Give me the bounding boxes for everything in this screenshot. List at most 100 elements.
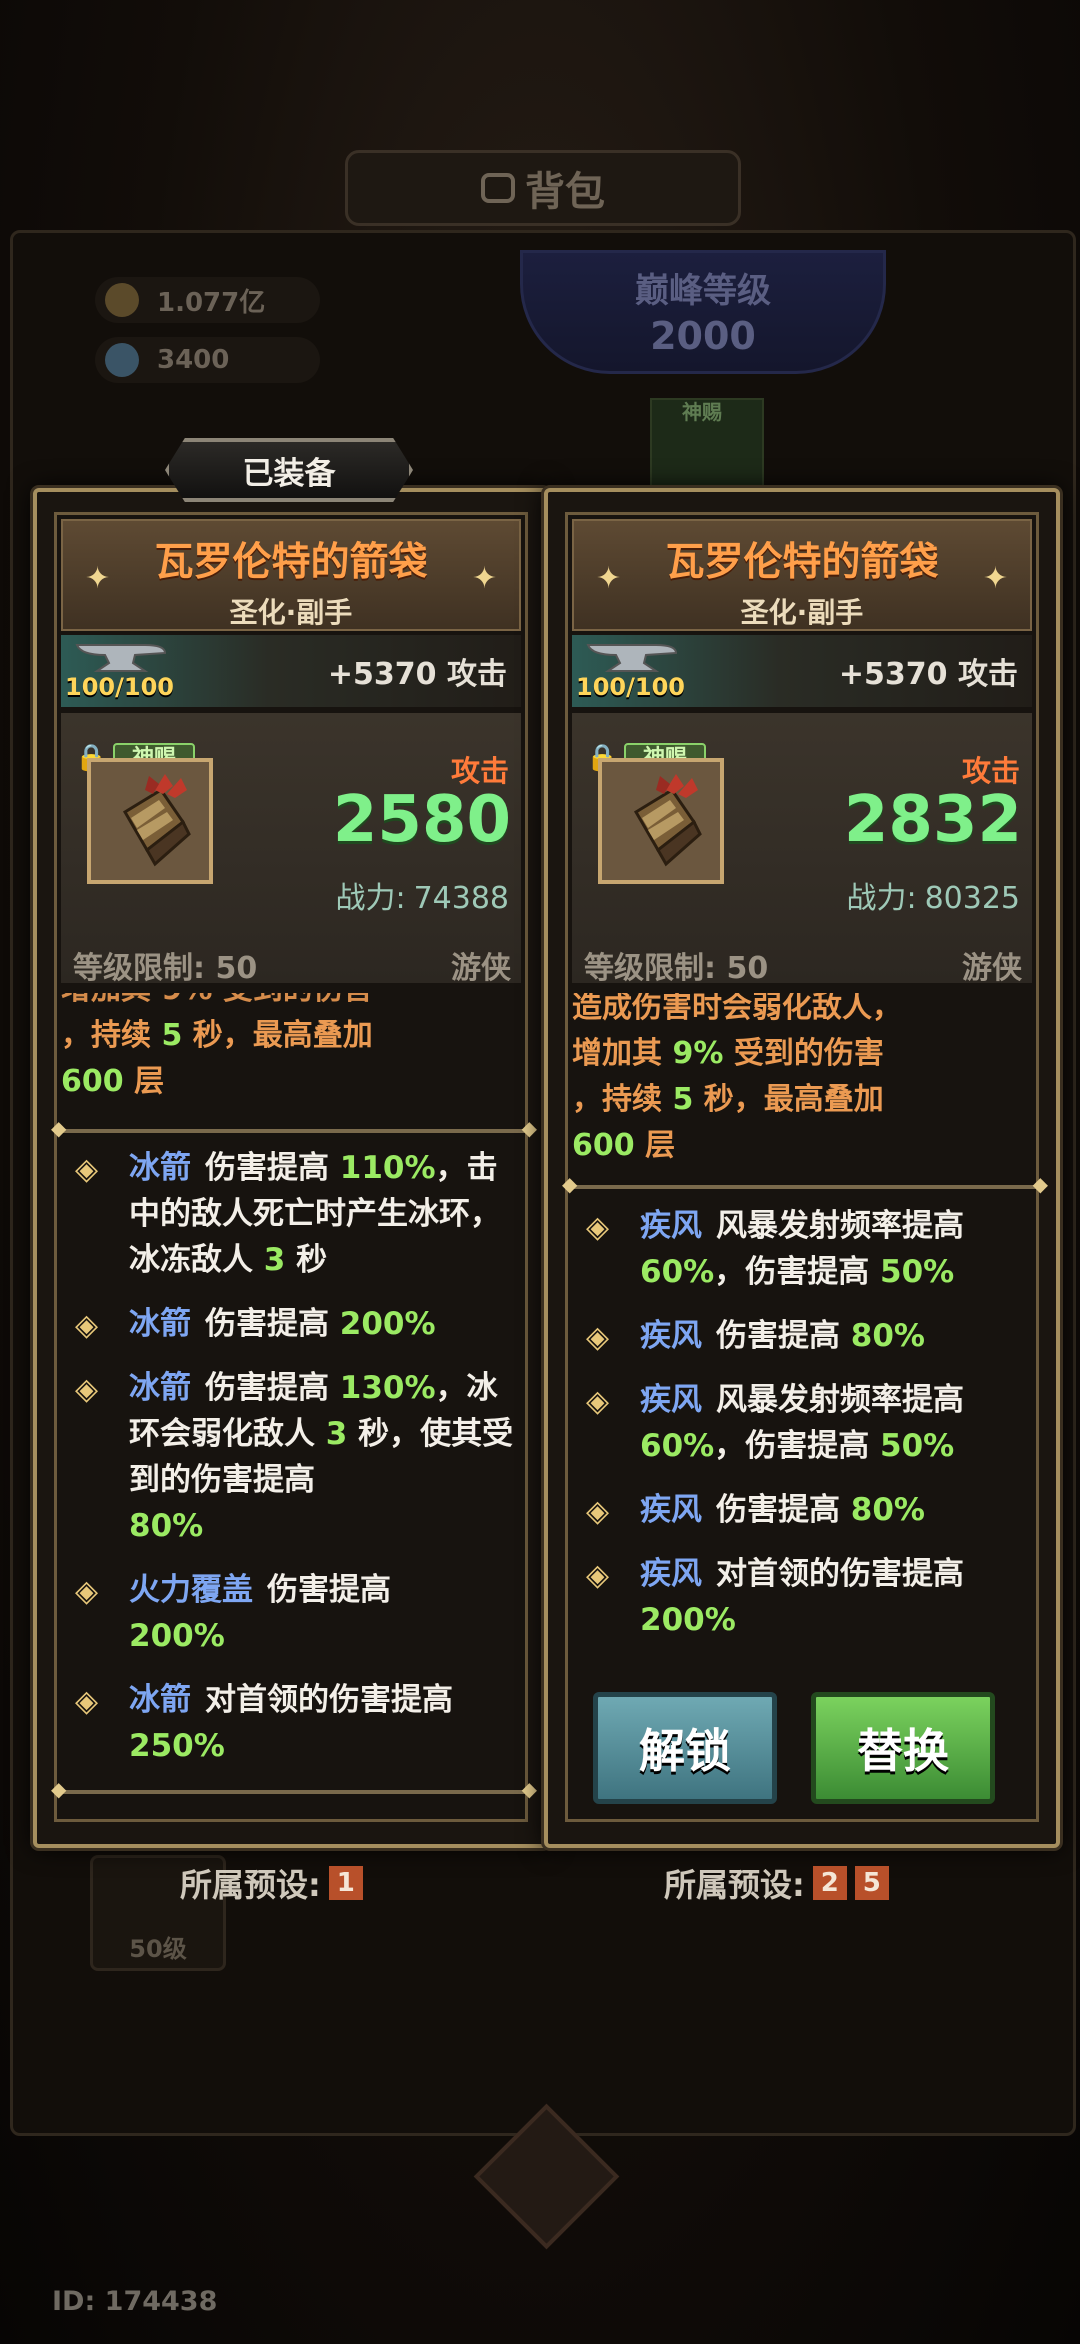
skill-text: 伤害提高 — [716, 1492, 840, 1528]
skill-value: 50% — [880, 1428, 955, 1464]
skill-value: 50% — [880, 1254, 955, 1290]
skill-value: 250% — [129, 1728, 225, 1764]
diamond-icon: ◈ — [75, 1152, 99, 1187]
gem-icon — [105, 343, 139, 377]
desc-text: ，持续 — [572, 1082, 662, 1117]
power-label: 战力: — [846, 881, 917, 916]
section-divider — [51, 1116, 537, 1140]
skill-entry: ◈ 疾风 伤害提高 80% — [572, 1313, 1032, 1359]
backpack-title: 背包 — [345, 150, 741, 226]
diamond-icon: ◈ — [586, 1494, 610, 1529]
item-name: 瓦罗伦特的箭袋 — [665, 540, 939, 585]
skill-text: 风暴发射频率提高 — [716, 1208, 964, 1244]
gold-value: 1.077亿 — [157, 287, 266, 318]
desc-text: 增加其 — [572, 1036, 662, 1071]
skill-list[interactable]: ◈ 疾风 风暴发射频率提高 60%，伤害提高 50% ◈ 疾风 伤害提高 80% ◈ … — [572, 1203, 1032, 1635]
power-stat: 战力: 80325 — [846, 873, 1020, 917]
desc-line: 600 层 — [572, 1123, 1032, 1168]
diamond-icon: ◈ — [75, 1308, 99, 1343]
skill-value: 3 — [263, 1242, 286, 1278]
desc-line: ，持续 5 秒，最高叠加 — [572, 1077, 1032, 1123]
preset-number[interactable]: 1 — [328, 1866, 363, 1900]
skill-entry: ◈ 冰箭 伤害提高 200% — [61, 1301, 521, 1347]
effect-description[interactable]: 造成伤害时会弱化敌人， 增加其 9% 受到的伤害 ，持续 5 秒，最高叠加 60… — [572, 993, 1032, 1168]
skill-key: 冰箭 — [129, 1682, 191, 1718]
diamond-icon: ◈ — [75, 1372, 99, 1407]
gold-coin-icon — [105, 283, 139, 317]
desc-partial-line: 增加其 9% 受到的伤害 — [61, 993, 521, 1013]
skill-entry: ◈ 冰箭 伤害提高 110%，击中的敌人死亡时产生冰环，冰冻敌人 3 秒 — [61, 1145, 521, 1283]
preset-number[interactable]: 2 — [812, 1866, 847, 1900]
class-label: 游侠 — [962, 951, 1022, 986]
preset-label: 所属预设: — [664, 1866, 805, 1904]
desc-line: ，持续 5 秒，最高叠加 — [61, 1013, 521, 1059]
desc-line: 增加其 9% 受到的伤害 — [572, 1031, 1032, 1077]
class-label: 游侠 — [451, 951, 511, 986]
section-divider — [562, 1172, 1048, 1196]
replace-button[interactable]: 替换 — [811, 1692, 995, 1804]
skill-value: 200% — [129, 1618, 225, 1654]
diamond-icon: ◈ — [586, 1210, 610, 1245]
desc-value: 5 — [161, 1018, 183, 1053]
peak-level-label: 巅峰等级 — [635, 271, 771, 311]
skill-text: 秒 — [296, 1242, 328, 1278]
equipped-item-card: ✦ ✦ 瓦罗伦特的箭袋 圣化·副手 100/100 +5370 攻击 🔒 神赐 — [33, 488, 549, 1848]
card-inner: ✦ ✦ 瓦罗伦特的箭袋 圣化·副手 100/100 +5370 攻击 🔒 神赐 — [51, 512, 537, 1822]
effect-description[interactable]: 增加其 9% 受到的伤害 ，持续 5 秒，最高叠加 600 层 — [61, 993, 521, 1123]
sparkle-icon: ✦ — [85, 561, 111, 596]
desc-text: 层 — [645, 1128, 676, 1163]
skill-entry: ◈ 冰箭 伤害提高 130%，冰环会弱化敌人 3 秒，使其受到的伤害提高 80% — [61, 1365, 521, 1549]
item-icon — [598, 758, 724, 884]
skill-list[interactable]: ◈ 冰箭 伤害提高 110%，击中的敌人死亡时产生冰环，冰冻敌人 3 秒 ◈ 冰箭… — [61, 1145, 521, 1785]
diamond-icon: ◈ — [75, 1574, 99, 1609]
forge-bar: 100/100 +5370 攻击 — [572, 635, 1032, 707]
backpack-icon — [481, 173, 515, 203]
forge-count: 100/100 — [576, 673, 685, 701]
skill-entry: ◈ 疾风 伤害提高 80% — [572, 1487, 1032, 1533]
item-stats: 🔒 神赐 攻击 2580 战力:74388 等级限制: 50 游侠 — [61, 713, 521, 986]
desc-value: 9% — [672, 1036, 724, 1071]
sparkle-icon: ✦ — [596, 561, 622, 596]
skill-text: ，伤害提高 — [714, 1254, 870, 1290]
skill-text: 风暴发射频率提高 — [716, 1382, 964, 1418]
gold-counter: 1.077亿 — [95, 277, 320, 323]
skill-key: 疾风 — [640, 1208, 702, 1244]
player-id: ID: 174438 — [52, 2286, 218, 2317]
item-name-box: ✦ ✦ 瓦罗伦特的箭袋 圣化·副手 — [572, 519, 1032, 631]
sparkle-icon: ✦ — [982, 561, 1008, 596]
skill-text: 伤害提高 — [716, 1318, 840, 1354]
desc-text: 受到的伤害 — [733, 1036, 884, 1071]
section-divider — [51, 1777, 537, 1801]
forge-count: 100/100 — [65, 673, 174, 701]
desc-text: 秒，最高叠加 — [703, 1082, 884, 1117]
skill-value: 80% — [129, 1508, 204, 1544]
preset-label: 所属预设: — [180, 1866, 321, 1904]
forge-bar: 100/100 +5370 攻击 — [61, 635, 521, 707]
desc-text: ，持续 — [61, 1018, 151, 1053]
skill-entry: ◈ 火力覆盖 伤害提高 200% — [61, 1567, 521, 1659]
skill-text: ，伤害提高 — [714, 1428, 870, 1464]
item-stats: 🔒 神赐 攻击 2832 战力:80325 等级限制: 50 游侠 — [572, 713, 1032, 986]
skill-value: 80% — [850, 1492, 925, 1528]
unlock-button[interactable]: 解锁 — [593, 1692, 777, 1804]
bg-blessed-item: 神赐 — [650, 398, 764, 492]
skill-text: 对首领的伤害提高 — [716, 1556, 964, 1592]
desc-text: 层 — [134, 1064, 165, 1099]
skill-entry: ◈ 疾风 风暴发射频率提高 60%，伤害提高 50% — [572, 1377, 1032, 1469]
gem-counter: 3400 — [95, 337, 320, 383]
skill-key: 火力覆盖 — [129, 1572, 253, 1608]
sparkle-icon: ✦ — [471, 561, 497, 596]
skill-value: 110% — [339, 1150, 436, 1186]
skill-value: 200% — [339, 1306, 436, 1342]
backpack-title-text: 背包 — [525, 169, 605, 215]
skill-key: 疾风 — [640, 1382, 702, 1418]
bg-item-level: 50级 — [129, 1935, 187, 1963]
right-preset: 所属预设: 2 5 — [664, 1860, 889, 1906]
preset-number[interactable]: 5 — [854, 1866, 889, 1900]
skill-entry: ◈ 冰箭 对首领的伤害提高 250% — [61, 1677, 521, 1769]
desc-line: 600 层 — [61, 1059, 521, 1105]
bg-blessed-tag: 神赐 — [682, 400, 722, 424]
item-name-box: ✦ ✦ 瓦罗伦特的箭袋 圣化·副手 — [61, 519, 521, 631]
compare-item-card: ✦ ✦ 瓦罗伦特的箭袋 圣化·副手 100/100 +5370 攻击 🔒 神赐 — [544, 488, 1060, 1848]
desc-text: 秒，最高叠加 — [192, 1018, 373, 1053]
